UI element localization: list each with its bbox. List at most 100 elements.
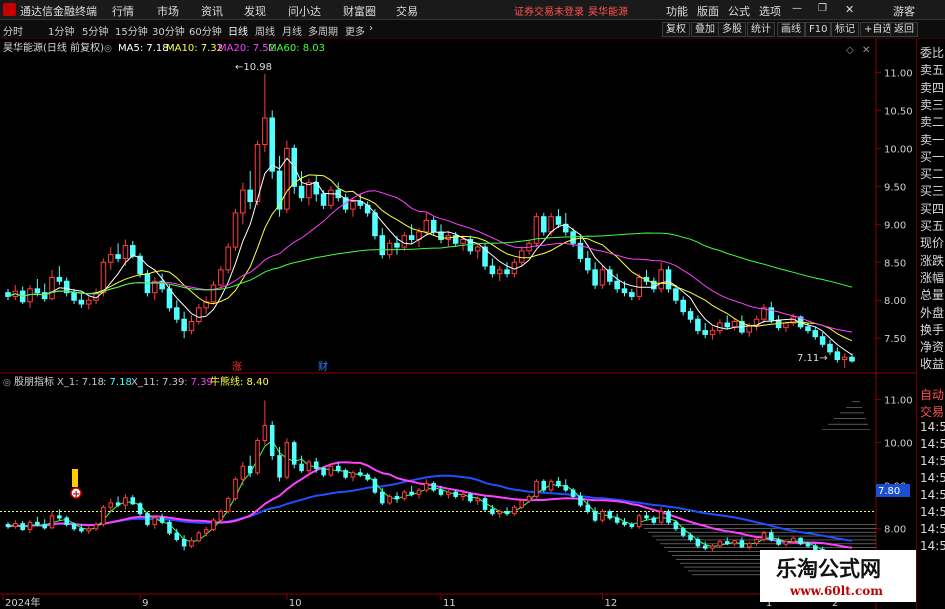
panel-close-icon[interactable]: ✕ <box>862 45 870 56</box>
chevron-right-icon[interactable]: › <box>369 23 373 34</box>
menu-item-gongneng[interactable]: 功能 <box>666 3 688 19</box>
indicator-candle <box>284 438 290 480</box>
mark-button[interactable]: 标记 <box>831 22 859 37</box>
login-status[interactable]: 证券交易未登录 <box>514 3 584 18</box>
indicator-candle <box>563 479 569 493</box>
indicator-candle <box>394 492 400 503</box>
tab-monthly[interactable]: 月线 <box>282 23 302 38</box>
menu-item-banmian[interactable]: 版面 <box>697 3 719 19</box>
side-label-9: 买四 <box>920 201 945 216</box>
candle <box>673 285 679 305</box>
tab-1min[interactable]: 1分钟 <box>48 23 74 38</box>
candle <box>63 277 70 297</box>
candle <box>225 243 231 274</box>
app-title: 通达信金融终端 <box>20 5 97 18</box>
guest-user[interactable]: 游客 <box>893 3 915 19</box>
menu-item-shichang[interactable]: 市场 <box>157 3 179 19</box>
candle <box>739 315 745 335</box>
tick-time-2: 14:56 <box>920 420 945 434</box>
fuquan-button[interactable]: 复权 <box>662 22 690 37</box>
tab-fenshi[interactable]: 分时 <box>3 23 23 38</box>
indicator-candle <box>482 496 488 512</box>
candle <box>834 347 841 363</box>
tab-daily[interactable]: 日线 <box>228 23 248 38</box>
f10-button[interactable]: F10 <box>805 22 832 37</box>
menu-item-wenxiaoda[interactable]: 问小达 <box>288 3 321 19</box>
time-tick-label: 10 <box>289 598 302 609</box>
auto-trade-label-0[interactable]: 自动 <box>920 386 944 403</box>
candle <box>474 243 481 259</box>
minimize-icon[interactable]: — <box>792 3 802 14</box>
side-label-11: 现价 <box>920 236 945 251</box>
menu-item-gongshi[interactable]: 公式 <box>728 3 750 19</box>
tab-60min[interactable]: 60分钟 <box>189 23 222 38</box>
price-tick-label: 8.00 <box>884 296 906 307</box>
ma60-label: MA60: 8.03 <box>268 43 325 54</box>
close-icon[interactable]: ✕ <box>845 3 854 16</box>
restore-icon[interactable]: ❐ <box>818 3 827 14</box>
candle <box>27 285 33 308</box>
menu-item-zixun[interactable]: 资讯 <box>201 3 223 19</box>
indicator-candle <box>255 438 260 475</box>
candle <box>232 209 239 251</box>
event-mark-finance[interactable]: 财 <box>318 360 328 373</box>
candle <box>680 296 686 316</box>
side-label-4: 卖二 <box>920 115 945 130</box>
tab-30min[interactable]: 30分钟 <box>152 23 185 38</box>
indicator-value-x11-magenta: : 7.39 <box>184 377 213 388</box>
multi-stock-button[interactable]: 多股 <box>718 22 746 37</box>
candle <box>188 315 195 335</box>
indicator-candle <box>211 517 216 531</box>
high-price-marker: ←10.98 <box>235 62 272 73</box>
indicator-value-x1-cyan: : 7.18 <box>103 377 132 388</box>
tick-time-9: 14:56 <box>920 539 945 553</box>
candle <box>152 277 158 301</box>
candle <box>298 171 305 202</box>
candle <box>240 182 246 225</box>
ma-settings-icon[interactable]: ◎ <box>104 44 112 54</box>
candle <box>629 288 635 301</box>
candle <box>78 292 85 308</box>
candle <box>614 273 620 293</box>
candle <box>753 315 760 331</box>
kline-chart-area[interactable]: 昊华能源(日线 前复权) ◎ MA5: 7.18 MA10: 7.32 MA20… <box>0 39 916 609</box>
draw-line-button[interactable]: 画线 <box>777 22 805 37</box>
tab-more[interactable]: 更多 <box>345 23 365 38</box>
candle <box>702 323 708 339</box>
indicator-candle <box>218 509 224 523</box>
menu-item-jiaoyi[interactable]: 交易 <box>396 3 418 19</box>
stats-button[interactable]: 统计 <box>747 22 775 37</box>
side-label-12: 涨跌 <box>920 253 945 268</box>
indicator-candle <box>20 520 25 531</box>
tab-15min[interactable]: 15分钟 <box>115 23 148 38</box>
time-tick-label: 2024年 <box>5 596 40 609</box>
menu-item-hangqing[interactable]: 行情 <box>112 3 134 19</box>
panel-settings-icon[interactable]: ◇ <box>846 45 854 56</box>
indicator-candle <box>607 509 613 521</box>
indicator-candle <box>233 477 238 501</box>
candle <box>819 332 826 348</box>
auto-trade-label-1[interactable]: 交易 <box>920 403 944 420</box>
overlay-button[interactable]: 叠加 <box>691 22 719 37</box>
indicator-candle <box>181 535 187 551</box>
indicator-candle <box>86 526 92 534</box>
ma20-line <box>7 190 853 333</box>
menu-item-caifuquan[interactable]: 财富圈 <box>343 3 376 19</box>
candle <box>269 110 275 179</box>
indicator-candle <box>130 495 136 506</box>
indicator-candle <box>328 464 334 478</box>
side-label-10: 买五 <box>920 219 945 233</box>
event-mark-limit-up[interactable]: 涨 <box>232 361 242 373</box>
candle <box>577 235 584 263</box>
tab-weekly[interactable]: 周线 <box>255 23 275 38</box>
candle <box>651 277 657 293</box>
indicator-candle <box>768 529 774 542</box>
side-label-17: 净资 <box>920 340 945 355</box>
indicator-candle <box>424 479 429 493</box>
menu-item-faxian[interactable]: 发现 <box>244 3 266 19</box>
menu-item-xuanxiang[interactable]: 选项 <box>759 3 781 19</box>
back-button[interactable]: 返回 <box>890 22 918 37</box>
indicator-settings-icon[interactable]: ◎ <box>3 378 11 388</box>
tab-5min[interactable]: 5分钟 <box>82 23 108 38</box>
tab-multi-period[interactable]: 多周期 <box>308 23 338 38</box>
